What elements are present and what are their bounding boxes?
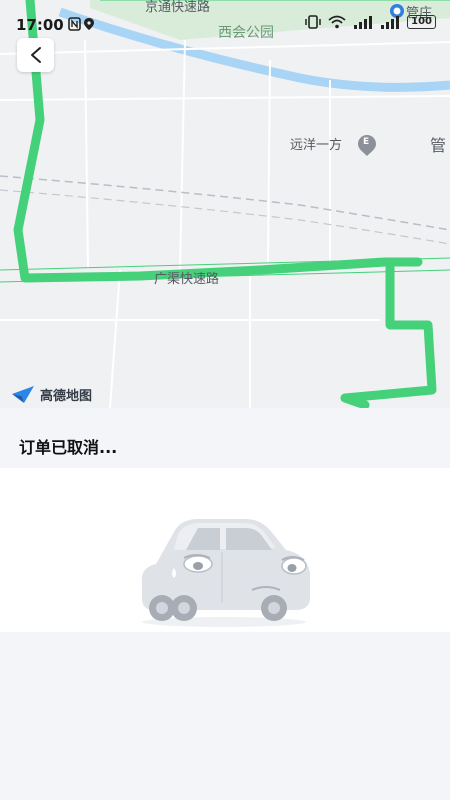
car-panel	[0, 468, 450, 632]
wifi-icon	[328, 15, 346, 29]
status-icons: 100	[305, 15, 436, 29]
signal-icon-2	[381, 16, 400, 29]
bottom-area	[0, 632, 450, 800]
amap-logo-icon	[12, 386, 34, 403]
chevron-left-icon	[30, 47, 41, 63]
map-label-expressway-main: 广渠快速路	[154, 272, 220, 287]
status-time: 17:00	[16, 16, 64, 34]
map-provider-logo: 高德地图	[10, 384, 92, 404]
poi-badge: E	[363, 137, 370, 147]
map-label-district: 管	[430, 136, 447, 155]
map-label-poi: 远洋一方	[290, 138, 343, 153]
car-illustration	[141, 519, 310, 627]
map-logo-text: 高德地图	[40, 388, 93, 404]
order-status-text: 订单已取消...	[19, 438, 118, 457]
status-bar: 17:00 100	[0, 0, 450, 50]
back-button[interactable]	[17, 38, 54, 72]
vibrate-icon	[305, 15, 321, 29]
battery-indicator: 100	[407, 15, 436, 29]
nfc-location-icons	[68, 17, 94, 31]
map-roads	[0, 0, 450, 408]
signal-icon-1	[354, 16, 373, 29]
map-view[interactable]: 京通快速路 西会公园 管庄 远洋一方 E 管 广渠快速路 17:00 100 高…	[0, 0, 450, 408]
order-status-section: 订单已取消...	[0, 408, 450, 468]
